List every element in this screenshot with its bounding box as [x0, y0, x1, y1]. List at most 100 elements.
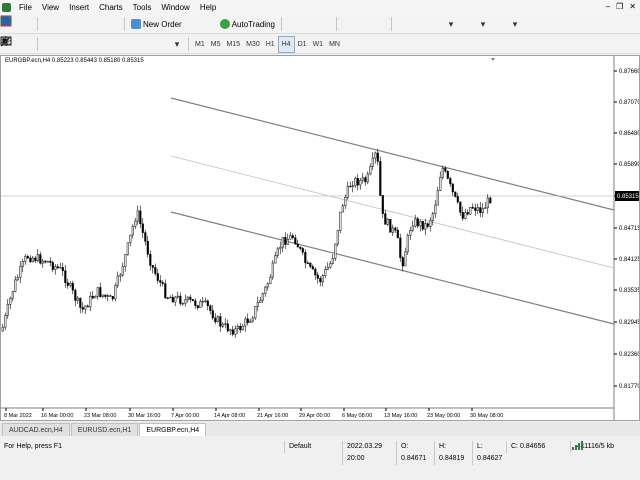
channel-upper-line — [170, 97, 615, 211]
candle-body — [336, 230, 339, 245]
menu-help[interactable]: Help — [195, 0, 221, 15]
candle-body — [389, 218, 392, 233]
timeframe-m1[interactable]: M1 — [192, 37, 208, 52]
terminal-icon[interactable] — [1, 17, 104, 31]
indicators-icon[interactable] — [2, 17, 442, 31]
zoom-in-icon[interactable] — [1, 16, 355, 31]
minimize-icon[interactable]: – — [606, 2, 610, 11]
data-window-icon[interactable] — [2, 17, 72, 31]
crosshair-icon[interactable] — [1, 36, 33, 51]
candle-body — [376, 152, 379, 162]
shapes-icon[interactable] — [1, 37, 168, 51]
candle-body — [91, 295, 94, 299]
tab-eurgbp[interactable]: EURGBP.ecn,H4 — [139, 423, 207, 436]
candlestick-icon[interactable] — [2, 16, 316, 31]
tab-audcad[interactable]: AUDCAD.ecn,H4 — [2, 423, 70, 436]
candle-body — [204, 300, 207, 302]
menu-file[interactable]: File — [14, 0, 37, 15]
autotrading-icon — [219, 19, 230, 29]
candle-body — [316, 274, 319, 279]
candle-body — [96, 287, 99, 297]
candle-body — [181, 303, 184, 305]
vertical-line-icon[interactable] — [5, 36, 56, 51]
horizontal-line-icon[interactable] — [1, 37, 72, 51]
candle-body — [399, 237, 402, 258]
time-label: 29 Apr 00:00 — [299, 413, 330, 419]
candle-body — [194, 300, 197, 306]
periods-icon[interactable] — [1, 16, 474, 31]
candle-body — [6, 304, 9, 316]
autoscroll-icon[interactable] — [1, 17, 426, 31]
candle-body — [256, 302, 259, 307]
candle-body — [134, 220, 137, 227]
settings-icon[interactable] — [2, 17, 216, 31]
strategy-tester-icon[interactable] — [2, 16, 120, 31]
market-watch-icon[interactable] — [0, 15, 56, 31]
candle-body — [231, 329, 234, 335]
candle-body — [259, 299, 262, 303]
time-label: 21 Apr 16:00 — [257, 413, 288, 419]
profiles-icon[interactable] — [1, 16, 33, 31]
price-chart[interactable]: 0.87660 0.87070 0.86480 0.85890 0.85315 0.847… — [1, 56, 639, 420]
candle-body — [201, 301, 204, 303]
timeframe-mn[interactable]: MN — [326, 37, 343, 52]
candle-body — [286, 238, 289, 245]
tile-windows-icon[interactable] — [1, 16, 387, 31]
label-icon[interactable]: T — [0, 36, 152, 51]
chart-shift-icon[interactable] — [1, 17, 410, 31]
candle-body — [174, 296, 177, 303]
candle-body — [229, 329, 232, 332]
chart-window[interactable]: 0.87660 0.87070 0.86480 0.85890 0.85315 0.847… — [0, 55, 640, 421]
candle-body — [266, 283, 269, 288]
candle-body — [119, 274, 122, 277]
menu-insert[interactable]: Insert — [64, 0, 94, 15]
dropdown-arrow-icon[interactable]: ▾ — [170, 37, 184, 51]
channel-icon[interactable] — [0, 36, 104, 51]
restore-icon[interactable]: ❐ — [616, 2, 623, 11]
menu-bar: File View Insert Charts Tools Window Hel… — [0, 0, 640, 15]
candle-body — [36, 254, 39, 262]
candle-body — [31, 257, 34, 262]
timeframe-m30[interactable]: M30 — [243, 37, 263, 52]
timeframe-h1[interactable]: H1 — [263, 37, 278, 52]
candle-body — [466, 212, 469, 215]
candle-body — [409, 230, 412, 236]
timeframe-m15[interactable]: M15 — [223, 37, 243, 52]
time-label: 6 May 08:00 — [342, 413, 372, 419]
dropdown-arrow-icon[interactable]: ▾ — [444, 17, 458, 31]
menu-charts[interactable]: Charts — [94, 0, 128, 15]
timeframe-m5[interactable]: M5 — [208, 37, 224, 52]
timeframe-w1[interactable]: W1 — [310, 37, 327, 52]
bar-chart-icon[interactable] — [1, 17, 300, 31]
candle-body — [166, 297, 169, 299]
candle-body — [406, 235, 409, 253]
line-chart-icon[interactable] — [0, 16, 332, 31]
candle-body — [424, 223, 427, 230]
candle-body — [484, 207, 487, 209]
candle-body — [39, 254, 42, 264]
candle-body — [476, 207, 479, 211]
metaeditor-icon[interactable] — [2, 17, 200, 31]
timeframe-d1[interactable]: D1 — [295, 37, 310, 52]
candle-body — [24, 256, 27, 262]
tab-eurusd[interactable]: EURUSD.ecn,H1 — [70, 423, 139, 436]
templates-icon[interactable] — [0, 16, 506, 31]
candle-body — [386, 218, 389, 225]
navigator-icon[interactable] — [2, 17, 88, 31]
candle-body — [411, 225, 414, 231]
candle-body — [444, 167, 447, 172]
fibonacci-icon[interactable] — [1, 37, 120, 51]
timeframe-h4[interactable]: H4 — [277, 35, 295, 53]
dropdown-arrow-icon[interactable]: ▾ — [476, 17, 490, 31]
dropdown-arrow-icon[interactable]: ▾ — [508, 17, 522, 31]
candle-body — [49, 260, 52, 263]
zoom-out-icon[interactable] — [1, 16, 371, 31]
menu-view[interactable]: View — [37, 0, 64, 15]
new-order-button[interactable]: New Order — [128, 17, 185, 32]
close-icon[interactable]: ✕ — [629, 2, 636, 11]
trendline-icon[interactable] — [0, 36, 88, 51]
menu-tools[interactable]: Tools — [128, 0, 157, 15]
autotrading-button[interactable]: AutoTrading — [217, 17, 278, 32]
menu-window[interactable]: Window — [156, 0, 194, 15]
text-icon[interactable]: A — [2, 37, 136, 51]
